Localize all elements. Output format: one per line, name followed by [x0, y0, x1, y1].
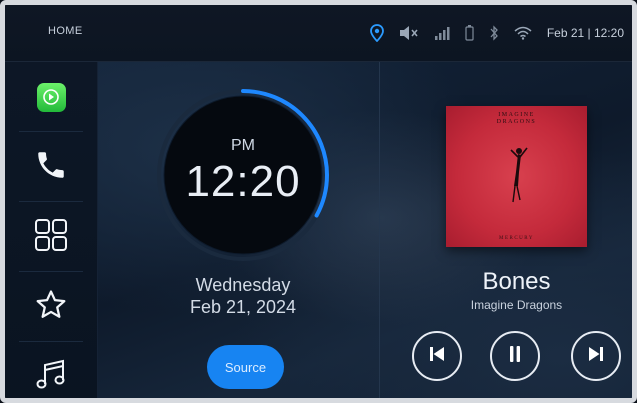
- clock-day: Wednesday: [195, 275, 291, 295]
- wifi-icon[interactable]: [514, 26, 532, 40]
- panel-divider: [379, 62, 380, 398]
- track-title: Bones: [482, 268, 551, 295]
- grid-icon: [34, 218, 68, 257]
- previous-track-button[interactable]: [412, 331, 462, 381]
- phone-icon: [34, 148, 68, 187]
- battery-icon: [465, 25, 474, 41]
- home-button[interactable]: HOME: [48, 25, 83, 37]
- next-track-button[interactable]: [571, 331, 621, 381]
- pause-icon: [507, 345, 523, 368]
- star-icon: [34, 288, 68, 327]
- source-button[interactable]: Source: [207, 345, 284, 389]
- album-band-name: IMAGINE DRAGONS: [496, 112, 537, 125]
- signal-icon: [434, 26, 450, 40]
- sidebar-item-carplay[interactable]: [5, 62, 97, 132]
- clock-readout: PM 12:20: [156, 88, 330, 262]
- clock-date: Feb 21, 2024: [189, 297, 297, 317]
- sidebar-item-favorites[interactable]: [5, 272, 97, 342]
- sidebar-item-phone[interactable]: [5, 132, 97, 202]
- pause-button[interactable]: [490, 331, 540, 381]
- status-icons: Feb 21 | 12:20: [369, 22, 624, 44]
- clock-time: 12:20: [185, 157, 301, 206]
- sidebar: [5, 62, 98, 398]
- status-bar: HOME Feb 21 | 12:20: [5, 5, 632, 62]
- album-art[interactable]: IMAGINE DRAGONS MERCURY: [446, 106, 587, 247]
- clock-ampm: PM: [231, 137, 255, 154]
- mute-icon[interactable]: [399, 26, 419, 40]
- status-datetime: Feb 21 | 12:20: [546, 26, 624, 40]
- album-figure-illustration: [510, 147, 528, 203]
- album-title-footer: MERCURY: [499, 236, 534, 241]
- sidebar-item-music[interactable]: [5, 342, 97, 398]
- skip-previous-icon: [428, 345, 446, 368]
- location-pin-icon[interactable]: [369, 24, 384, 42]
- sidebar-item-apps[interactable]: [5, 202, 97, 272]
- infotainment-screen: HOME Feb 21 | 12:20 PM 12:20 Wednesday F…: [0, 0, 637, 403]
- music-note-icon: [34, 358, 68, 397]
- track-artist: Imagine Dragons: [470, 298, 563, 312]
- bluetooth-icon[interactable]: [489, 25, 499, 41]
- carplay-icon: [36, 82, 66, 112]
- skip-next-icon: [587, 345, 605, 368]
